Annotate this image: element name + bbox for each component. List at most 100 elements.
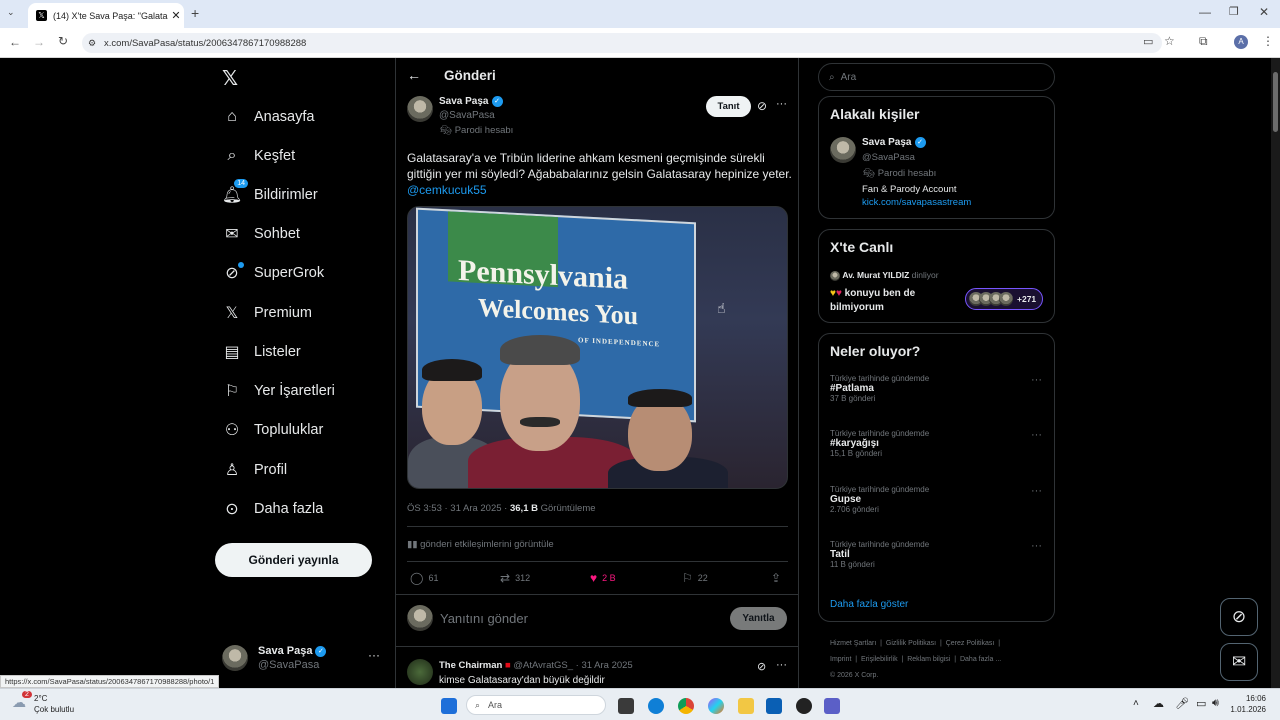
reload-icon[interactable]: ↻: [58, 34, 68, 48]
clock-date[interactable]: 1.01.2026: [1222, 705, 1266, 714]
more-options-icon[interactable]: ···: [776, 98, 787, 110]
reply-more-icon[interactable]: ···: [776, 659, 787, 671]
reply-button[interactable]: Yanıtla: [730, 607, 787, 630]
network-icon[interactable]: ▭: [1196, 697, 1206, 710]
search-input[interactable]: ⌕ Ara: [818, 63, 1055, 91]
repost-action[interactable]: ⇄ 312: [500, 571, 530, 585]
volume-icon[interactable]: 🔊︎: [1212, 697, 1219, 710]
trend-item[interactable]: Türkiye tarihinde gündemde Tatil 11 B gö…: [830, 540, 1045, 569]
scrollbar-thumb[interactable]: [1273, 72, 1278, 132]
extensions-icon[interactable]: ⧉: [1199, 34, 1208, 49]
tray-chevron-icon[interactable]: ˄: [1133, 698, 1139, 709]
trend-more-icon[interactable]: ···: [1031, 485, 1042, 497]
mention-link[interactable]: @cemkucuk55: [407, 182, 792, 198]
post-timestamp[interactable]: ÖS 3:53 · 31 Ara 2025 ·: [407, 503, 510, 514]
account-switcher[interactable]: Sava Paşa ✓ @SavaPasa: [258, 645, 327, 671]
chrome-icon[interactable]: [678, 698, 694, 714]
clock-time[interactable]: 16:06: [1234, 694, 1266, 703]
nav-item-supergrok[interactable]: ⊘ SuperGrok: [222, 258, 324, 288]
trend-more-icon[interactable]: ···: [1031, 374, 1042, 386]
trend-item[interactable]: Türkiye tarihinde gündemde #karyağışı 15…: [830, 429, 1045, 458]
author-handle[interactable]: @SavaPasa: [439, 110, 495, 121]
nav-item-explore[interactable]: ⌕ Keşfet: [222, 141, 296, 171]
footer-link[interactable]: Erişilebilirlik: [861, 656, 898, 663]
related-name-row[interactable]: Sava Paşa ✓: [862, 137, 926, 148]
bookmark-star-icon[interactable]: ☆: [1164, 34, 1175, 48]
teams-icon[interactable]: [824, 698, 840, 714]
show-more-link[interactable]: Daha fazla göster: [830, 599, 908, 610]
nav-item-communities[interactable]: ⚇ Topluluklar: [222, 415, 324, 445]
related-handle[interactable]: @SavaPasa: [862, 152, 915, 163]
post-photo[interactable]: Pennsylvania Welcomes You OF INDEPENDENC…: [407, 206, 788, 489]
reply-author-name[interactable]: The Chairman: [439, 660, 502, 671]
share-action[interactable]: ⇪: [771, 571, 786, 585]
back-icon[interactable]: ←: [9, 35, 21, 49]
footer-link[interactable]: Gizlilik Politikası: [886, 640, 936, 647]
copilot-icon[interactable]: [708, 698, 724, 714]
nav-item-bookmarks[interactable]: ⚐ Yer İşaretleri: [222, 376, 335, 406]
nav-item-notifications[interactable]: 🔔︎ 14 Bildirimler: [222, 179, 318, 210]
close-window-icon[interactable]: ✕: [1259, 5, 1269, 19]
nav-item-more[interactable]: ⊙ Daha fazla: [222, 494, 323, 524]
related-link[interactable]: kick.com/savapasastream: [862, 197, 971, 208]
reply-author-handle[interactable]: @AtAvratGS_: [513, 660, 573, 671]
forward-icon[interactable]: →: [33, 35, 45, 49]
taskbar-search[interactable]: ⌕ Ara: [466, 695, 606, 715]
live-listeners[interactable]: +271: [965, 288, 1043, 310]
new-tab-icon[interactable]: +: [191, 5, 199, 21]
app-icon[interactable]: [796, 698, 812, 714]
url-field[interactable]: ⚙ x.com/SavaPasa/status/2006347867170988…: [82, 33, 1162, 53]
back-arrow-icon[interactable]: ←: [407, 67, 421, 83]
grok-icon[interactable]: ⊘: [757, 99, 767, 113]
store-icon[interactable]: [766, 698, 782, 714]
nav-item-premium[interactable]: 𝕏 Premium: [222, 298, 312, 328]
nav-item-chat[interactable]: ✉ Sohbet: [222, 219, 300, 249]
reply-author-avatar[interactable]: [407, 659, 433, 685]
trend-more-icon[interactable]: ···: [1031, 540, 1042, 552]
related-avatar[interactable]: [830, 137, 856, 163]
profile-avatar[interactable]: A: [1234, 35, 1248, 49]
like-action[interactable]: ♥ 2 B: [590, 571, 616, 585]
bookmark-action[interactable]: ⚐ 22: [682, 571, 708, 585]
footer-link[interactable]: Hizmet Şartları: [830, 640, 876, 647]
tab-list-icon[interactable]: ⌄: [7, 7, 15, 18]
maximize-icon[interactable]: ❐: [1229, 5, 1239, 18]
nav-item-lists[interactable]: ▤ Listeler: [222, 337, 300, 367]
account-more-icon[interactable]: ···: [368, 648, 380, 662]
menu-icon[interactable]: ⋮: [1262, 34, 1274, 48]
trend-more-icon[interactable]: ···: [1031, 429, 1042, 441]
cast-icon[interactable]: ▭: [1143, 35, 1153, 48]
footer-link[interactable]: Çerez Politikası: [946, 640, 995, 647]
author-name-row[interactable]: Sava Paşa ✓: [439, 96, 503, 107]
nav-item-home[interactable]: ⌂ Anasayfa: [222, 102, 314, 132]
messages-fab-icon[interactable]: ✉: [1220, 643, 1258, 681]
minimize-icon[interactable]: —: [1199, 5, 1211, 19]
follow-button[interactable]: Tanıt: [706, 96, 751, 117]
browser-tab[interactable]: 𝕏 (14) X'te Sava Paşa: "Galatasaray' ✕: [28, 3, 184, 28]
footer-link[interactable]: Reklam bilgisi: [907, 656, 950, 663]
nav-item-profile[interactable]: ♙ Profil: [222, 455, 287, 485]
reply-date[interactable]: · 31 Ara 2025: [576, 660, 633, 671]
grok-fab-icon[interactable]: ⊘: [1220, 598, 1258, 636]
onedrive-icon[interactable]: ☁: [1153, 697, 1164, 710]
microphone-icon[interactable]: 🎤︎: [1175, 697, 1189, 710]
grok-icon[interactable]: ⊘: [757, 660, 766, 673]
folder-icon[interactable]: [738, 698, 754, 714]
live-card[interactable]: X'te Canlı Av. Murat YILDIZ dinliyor ♥♥ …: [818, 229, 1055, 323]
scrollbar[interactable]: [1271, 58, 1280, 688]
trend-item[interactable]: Türkiye tarihinde gündemde #Patlama 37 B…: [830, 374, 1045, 403]
trend-item[interactable]: Türkiye tarihinde gündemde Gupse 2.706 g…: [830, 485, 1045, 514]
post-button[interactable]: Gönderi yayınla: [215, 543, 372, 577]
footer-link[interactable]: Imprint: [830, 656, 851, 663]
x-logo-icon[interactable]: 𝕏: [222, 66, 238, 91]
reply-action[interactable]: ◯ 61: [410, 571, 438, 585]
author-avatar[interactable]: [407, 96, 433, 122]
task-view-icon[interactable]: [618, 698, 634, 714]
edge-icon[interactable]: [648, 698, 664, 714]
close-tab-icon[interactable]: ✕: [168, 9, 184, 22]
engagements-link[interactable]: ▮▮ gönderi etkileşimlerini görüntüle: [407, 539, 554, 550]
reply-input[interactable]: Yanıtını gönder: [440, 611, 528, 626]
start-icon[interactable]: [441, 698, 457, 714]
account-avatar[interactable]: [222, 645, 248, 671]
site-info-icon[interactable]: ⚙: [88, 38, 96, 49]
